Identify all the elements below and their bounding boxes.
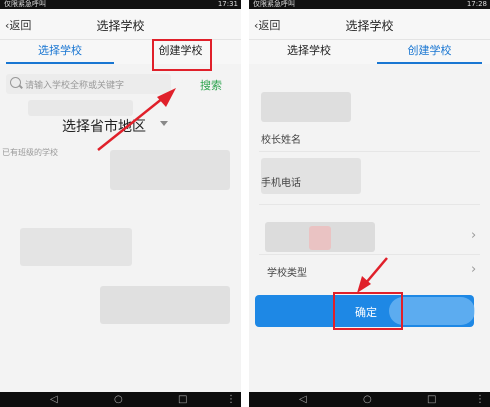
dots-menu-icon[interactable]: ⋮: [226, 394, 236, 405]
system-nav-bar: ◁ ○ □ ⋮: [0, 392, 241, 407]
circle-home-icon[interactable]: ○: [114, 394, 123, 405]
dots-menu-icon[interactable]: ⋮: [475, 394, 485, 405]
red-arrow-annotation: [357, 257, 388, 293]
triangle-back-icon[interactable]: ◁: [299, 394, 307, 405]
square-recent-icon[interactable]: □: [178, 394, 187, 405]
square-recent-icon[interactable]: □: [427, 394, 436, 405]
triangle-back-icon[interactable]: ◁: [50, 394, 58, 405]
red-arrow-annotation: [97, 88, 176, 151]
phone-screen-select-school: 仅限紧急呼叫 17:31 ‹返回 选择学校 选择学校 创建学校 请输入学校全称或…: [0, 0, 241, 407]
system-nav-bar: ◁ ○ □ ⋮: [249, 392, 490, 407]
phone-screen-create-school: 仅限紧急呼叫 17:28 ‹返回 选择学校 选择学校 创建学校 校长姓名 手机电…: [249, 0, 490, 407]
screenshot-divider: [241, 0, 249, 407]
circle-home-icon[interactable]: ○: [363, 394, 372, 405]
